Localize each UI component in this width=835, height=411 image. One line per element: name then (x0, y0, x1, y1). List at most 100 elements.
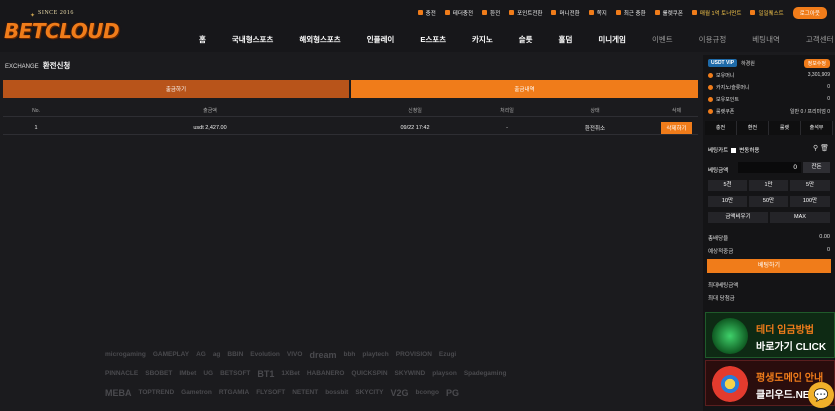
partner-logo: VIVO (286, 351, 303, 358)
breadcrumb: EXCHANGE 환전신청 (5, 60, 70, 71)
site-logo[interactable]: ✦ SINCE 2016 BETCLOUD (4, 10, 122, 48)
logout-button[interactable]: 로그아웃 (792, 6, 827, 19)
quick-tabs: 충전 환전 룰렛 출석부 (705, 121, 833, 135)
quick-attendance[interactable]: 출석부 (801, 121, 833, 135)
partner-row: MEBA TOPTREND Gametron RTGAMIA FLYSOFT N… (105, 383, 605, 402)
expected-win: 예상적중금 0 (708, 247, 830, 255)
cell-processed: - (506, 125, 508, 131)
right-sidebar: USDT VIP 하경원 정보수정 보유머니 3,301,909 카지노/슬롯머… (703, 55, 835, 411)
cell-no: 1 (34, 125, 38, 131)
topbar-money-convert[interactable]: 머니전환 (551, 9, 580, 17)
total-odds-label: 총배당율 (708, 236, 729, 242)
top-utility-bar: 충전 테더충전 환전 포인트전환 머니전환 쪽지 최근 충환 룰렛쿠폰 매월 1… (417, 6, 827, 19)
partner-logo: HABANERO (306, 370, 345, 377)
partner-logo: UG (203, 370, 214, 377)
table-header: No. 출금액 신청일 처리일 상태 삭제 (3, 105, 698, 117)
topbar-roulette-coupon[interactable]: 룰렛쿠폰 (654, 9, 683, 17)
nav-esports[interactable]: E스포츠 (407, 34, 459, 45)
partner-logo: PROVISION (395, 351, 432, 358)
message-icon (588, 10, 594, 15)
nav-overseas-sports[interactable]: 해외형스포츠 (286, 34, 353, 45)
cell-action: 삭제하기 (655, 122, 698, 134)
bet-amount-input[interactable]: 0 (738, 162, 801, 173)
nav-rules[interactable]: 이용규정 (686, 34, 740, 45)
partner-logo: Ezugi (438, 351, 457, 358)
partner-logo: BT1 (257, 368, 275, 379)
topbar-deposit[interactable]: 충전 (417, 9, 436, 17)
user-info: USDT VIP 하경원 (708, 59, 755, 67)
balance-label: 보유머니 (716, 73, 735, 79)
balance-point: 보유포인트 0 (708, 96, 830, 103)
trash-icon[interactable]: 🗑 (820, 145, 829, 152)
edit-info-button[interactable]: 정보수정 (803, 59, 830, 68)
quick-roulette[interactable]: 룰렛 (769, 121, 801, 135)
cell-requested: 09/22 17:42 (400, 125, 430, 131)
col-header-processed: 처리일 (500, 108, 514, 114)
total-odds-value: 0.00 (819, 234, 830, 240)
chip-1m[interactable]: 100만 (790, 196, 830, 207)
partner-logo: BETSOFT (220, 370, 251, 377)
quick-exchange[interactable]: 환전 (737, 121, 769, 135)
nav-inplay[interactable]: 인플레이 (354, 34, 408, 45)
banner-title: 평생도메인 안내 (756, 373, 824, 384)
partner-row: microgaming GAMEPLAY AG ag BBIN Evolutio… (105, 345, 605, 364)
partner-logo: BBIN (227, 351, 244, 358)
tether-guide-banner[interactable]: 테더 입금방법 바로가기 CLICK (705, 312, 835, 358)
chip-5k[interactable]: 5천 (708, 180, 747, 191)
topbar-tether-deposit[interactable]: 테더충전 (444, 9, 473, 17)
page-title: 환전신청 (42, 61, 71, 70)
allow-change-checkbox[interactable] (731, 147, 737, 153)
nav-holdem[interactable]: 홀덤 (546, 34, 586, 45)
topbar-daily-quest[interactable]: 일일퀘스트 (750, 9, 784, 17)
chip-10k[interactable]: 1만 (749, 180, 788, 191)
expected-win-label: 예상적중금 (708, 249, 734, 255)
chip-500k[interactable]: 50만 (749, 196, 788, 207)
chip-100k[interactable]: 10만 (708, 196, 747, 207)
nav-bet-history[interactable]: 베팅내역 (739, 34, 793, 45)
tab-withdraw-history[interactable]: 출금내역 (351, 80, 698, 98)
topbar-tournament[interactable]: 매월 1억 토너먼트 (691, 9, 741, 17)
partner-logo: QUICKSPIN (351, 370, 388, 377)
delete-button[interactable]: 삭제하기 (661, 122, 692, 134)
knight-emblem-icon (712, 318, 748, 354)
nav-event[interactable]: 이벤트 (639, 34, 686, 45)
casino-icon (708, 85, 713, 90)
nav-support[interactable]: 고객센터 (793, 34, 835, 45)
change-button[interactable]: 잔돈 (803, 162, 830, 173)
cell-status: 환전취소 (584, 126, 606, 132)
topbar-messages[interactable]: 쪽지 (588, 9, 607, 17)
balance-roulette: 룰렛쿠폰 일반 0 / 프리미엄 0 (708, 108, 830, 115)
partner-logo: GAMEPLAY (152, 351, 190, 358)
quick-deposit[interactable]: 충전 (705, 121, 737, 135)
nav-domestic-sports[interactable]: 국내형스포츠 (219, 34, 286, 45)
history-icon (615, 10, 621, 15)
place-bet-button[interactable]: 베팅하기 (707, 259, 831, 273)
bet-amount-label: 베팅금액 (708, 168, 729, 174)
pin-icon[interactable]: ⚲ (813, 145, 818, 152)
topbar-point-convert[interactable]: 포인트전환 (509, 9, 542, 17)
point-icon (708, 97, 713, 102)
clear-amount-button[interactable]: 금액비우기 (708, 212, 768, 223)
nav-minigame[interactable]: 미니게임 (585, 34, 639, 45)
exchange-content: EXCHANGE 환전신청 출금하기 출금내역 No. 출금액 신청일 처리일 상… (0, 55, 701, 411)
username: 하경원 (741, 60, 755, 67)
chat-button[interactable]: 💬 (808, 382, 834, 408)
cart-tools: ⚲ 🗑 (813, 144, 829, 152)
coin-icon (708, 73, 713, 78)
topbar-recent-history[interactable]: 최근 충환 (615, 9, 646, 17)
money-icon (551, 10, 557, 15)
point-icon (509, 10, 515, 15)
nav-slot[interactable]: 슬롯 (506, 34, 546, 45)
max-button[interactable]: MAX (770, 212, 830, 223)
bet-cart-title: 베팅카트 (708, 148, 729, 154)
logo-since: SINCE 2016 (38, 10, 74, 16)
tab-withdraw-request[interactable]: 출금하기 (3, 80, 349, 98)
cell-amount: usdt 2,427.00 (193, 125, 227, 131)
allow-change-label: 변동허용 (739, 148, 760, 154)
nav-home[interactable]: 홈 (186, 34, 219, 45)
nav-casino[interactable]: 카지노 (459, 34, 506, 45)
vip-badge: USDT VIP (708, 59, 738, 67)
chip-50k[interactable]: 5만 (790, 180, 830, 191)
topbar-exchange[interactable]: 환전 (482, 9, 500, 17)
balance-label: 룰렛쿠폰 (716, 109, 735, 115)
